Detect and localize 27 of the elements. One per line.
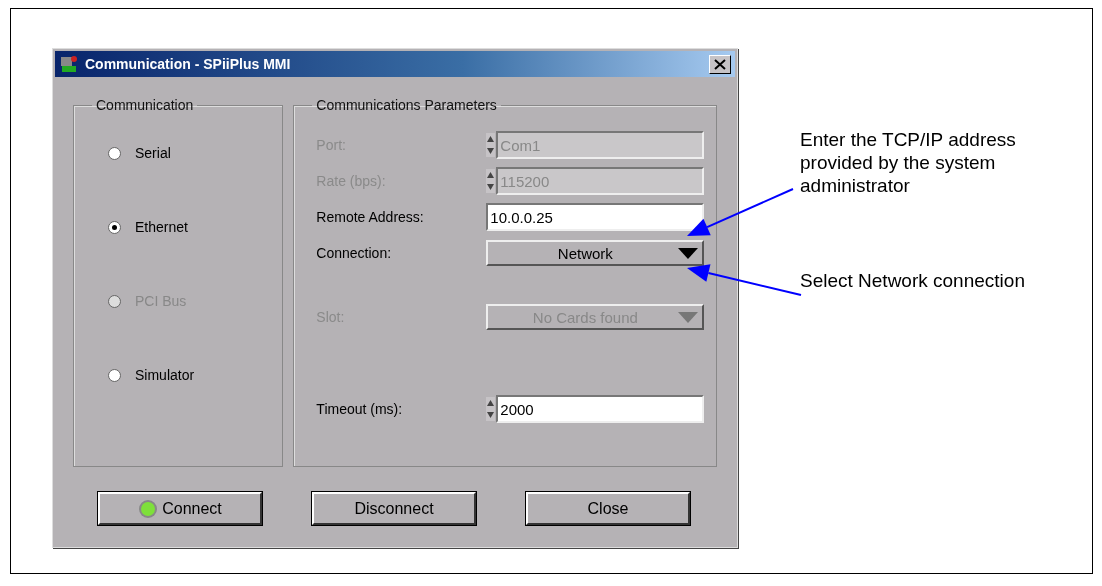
radio-label: Ethernet [135,219,188,235]
spin-field[interactable]: 2000 [496,395,705,423]
dialog-button[interactable]: Close [526,492,690,525]
dialog-button[interactable]: Disconnect [312,492,476,525]
dropdown[interactable]: Network [486,240,705,266]
annotation-text: Enter the TCP/IP address provided by the system administrator [800,128,1017,197]
group-title: Communications Parameters [315,97,498,113]
radio-button[interactable] [108,368,121,382]
spinner-icon[interactable] [486,133,496,157]
window-title: Communication - SPiiPlus MMI [85,56,292,72]
caret-icon [678,247,699,259]
close-icon[interactable] [709,54,731,74]
app-icon [59,54,79,74]
group-title: Communication [95,97,195,113]
radio-button[interactable] [108,220,121,234]
dialog-button[interactable]: Connect [98,492,262,525]
caret-icon [678,311,699,323]
radio-button[interactable] [108,146,121,160]
spinner-icon[interactable] [486,397,496,421]
field-label: Connection: [316,245,393,261]
field-label: Remote Address: [316,209,425,225]
address-field[interactable]: 10.0.0.25 [486,203,705,231]
radio-label: Simulator [135,367,195,383]
radio-label: Serial [135,145,171,161]
field-label: Timeout (ms): [316,401,404,417]
spinner-icon[interactable] [486,169,496,193]
annotation-text: Select Network connection [800,269,1026,292]
